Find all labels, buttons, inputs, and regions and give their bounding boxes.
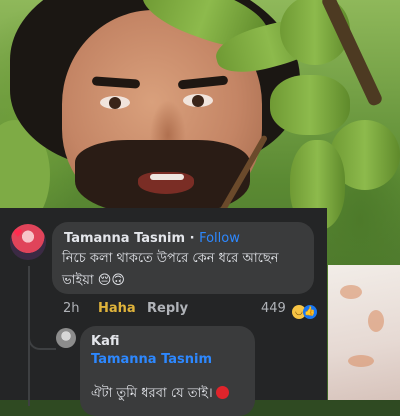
reply-avatar[interactable] — [56, 328, 76, 348]
reply-text-content: ঐটা তুমি ধরবা যে তাই। — [91, 386, 213, 401]
haha-reaction-button[interactable]: Haha — [98, 301, 136, 316]
right-eye — [183, 94, 213, 107]
reply-connector — [28, 328, 56, 350]
reply-author[interactable]: Kafi — [91, 334, 119, 349]
reaction-count: 449 — [261, 301, 286, 316]
avatar[interactable]: ♥ — [10, 224, 46, 260]
cloth — [328, 265, 400, 400]
comment-text-line1: নিচে কলা থাকতে উপরে কেন ধরে আছেন — [62, 251, 279, 266]
heart-icon: ♥ — [13, 227, 23, 240]
nose — [150, 100, 186, 144]
left-eye — [100, 96, 130, 109]
follow-button[interactable]: Follow — [199, 231, 240, 246]
comment-text-line2: ভাইয়া 😔🙃 — [62, 271, 125, 292]
reply-button[interactable]: Reply — [147, 301, 188, 316]
stain — [348, 355, 374, 367]
stain — [340, 285, 362, 299]
red-emoji-icon — [215, 386, 229, 399]
comment-text-word: ভাইয়া — [62, 273, 94, 288]
separator: · — [185, 231, 200, 246]
comment-author: Tamanna Tasnim · Follow — [64, 231, 240, 246]
reply-mention[interactable]: Tamanna Tasnim — [91, 352, 212, 367]
emoji-text: 😔🙃 — [97, 273, 125, 288]
reply-text: ঐটা তুমি ধরবা যে তাই। — [91, 384, 229, 405]
comments-panel: ♥ Tamanna Tasnim · Follow নিচে কলা থাকতে… — [0, 208, 327, 416]
author-name[interactable]: Tamanna Tasnim — [64, 231, 185, 246]
reaction-summary[interactable]: 449 ◡👍 — [261, 301, 317, 319]
banana — [270, 75, 350, 135]
stain — [368, 310, 384, 332]
comment-time: 2h — [63, 301, 80, 316]
teeth — [150, 174, 184, 180]
like-emoji-icon: 👍 — [302, 305, 317, 319]
